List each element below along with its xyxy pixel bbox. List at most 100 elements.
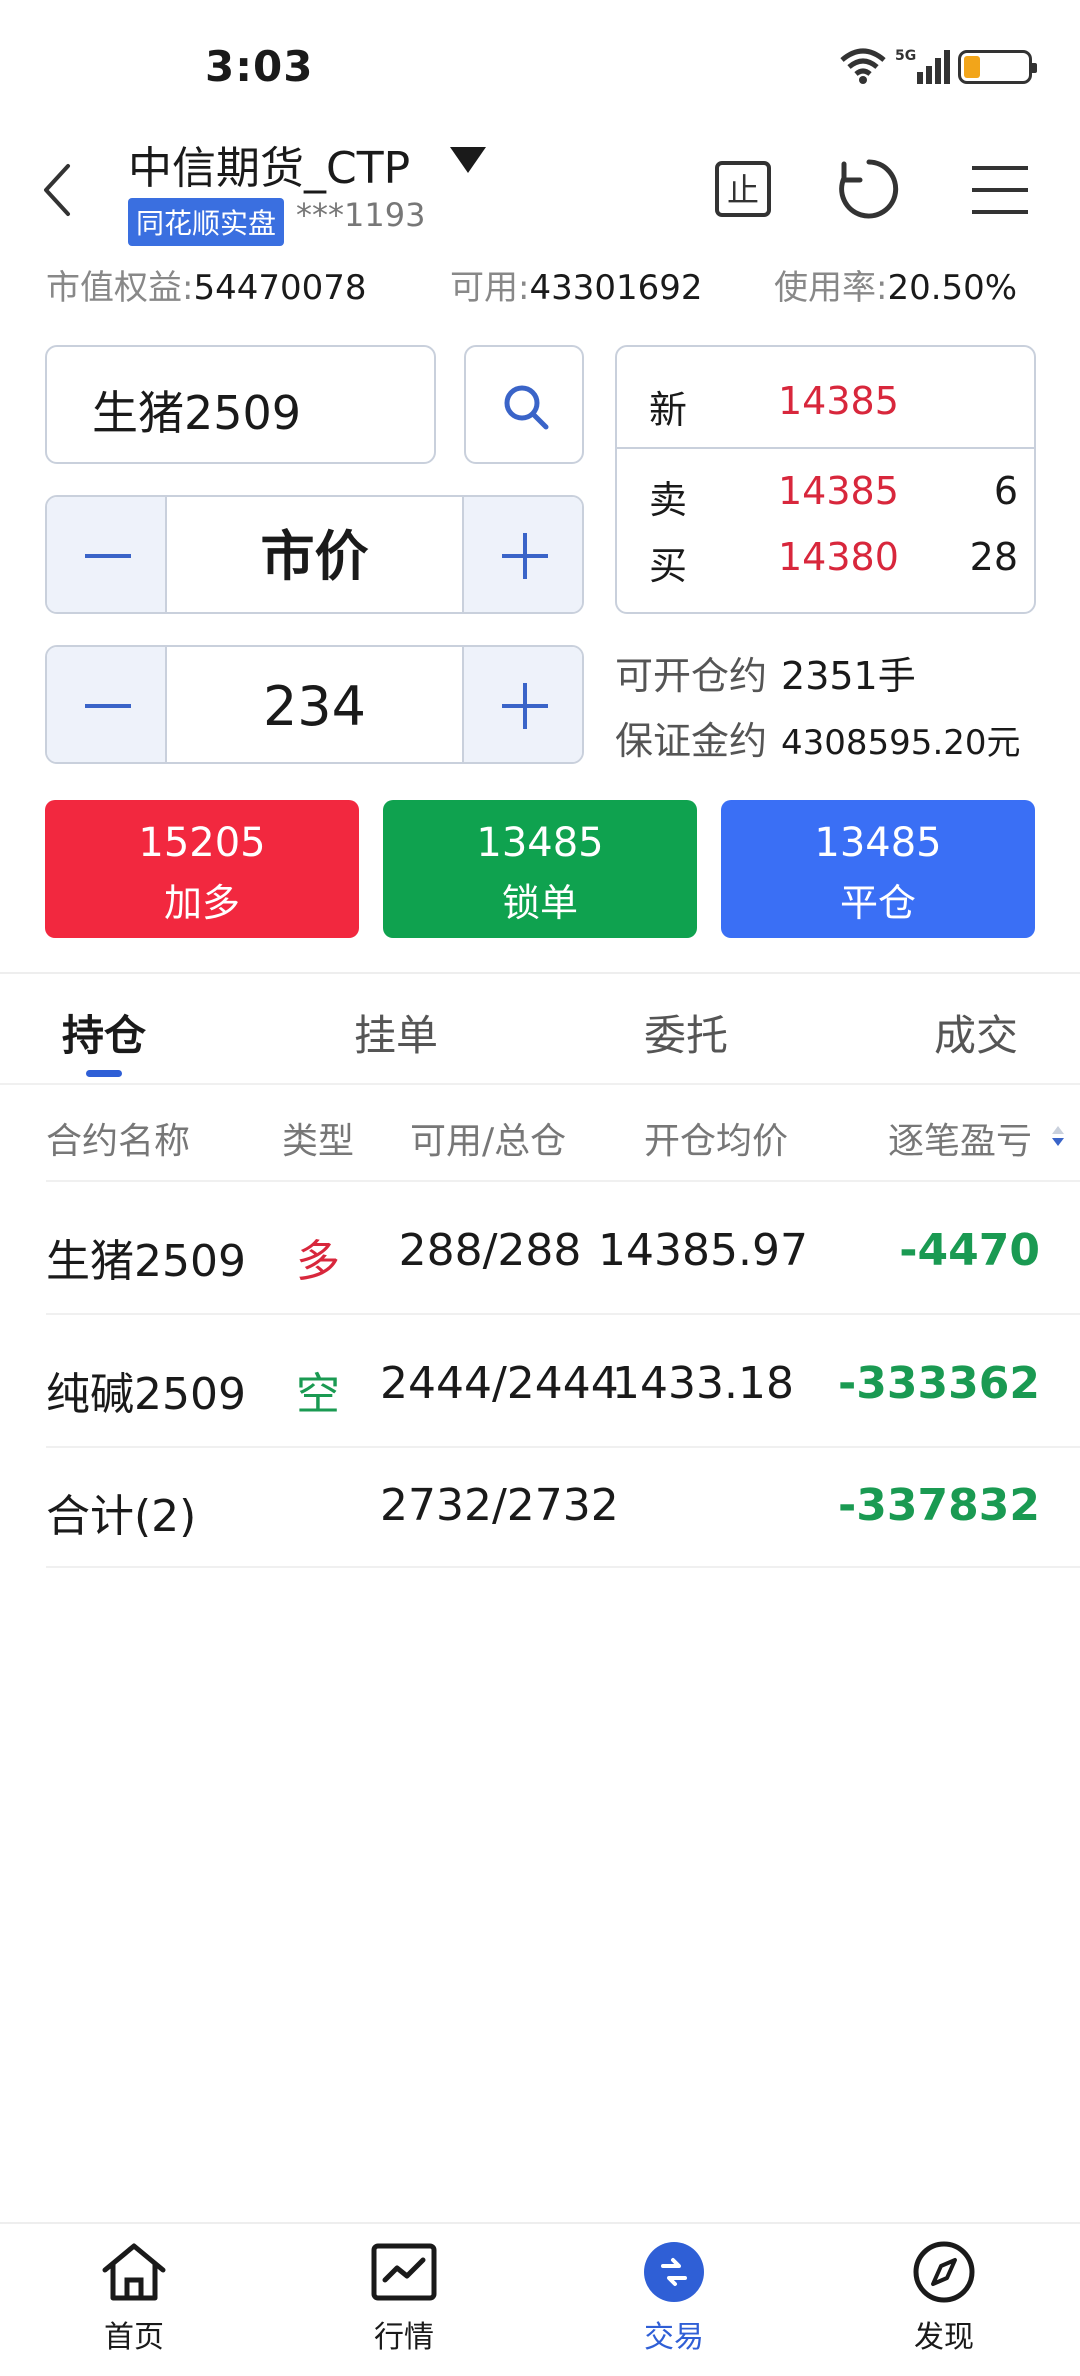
price-stepper: 市价 — [45, 495, 584, 614]
chart-icon — [371, 2243, 437, 2301]
nav-discover-label: 发现 — [914, 2320, 974, 2355]
contract-input[interactable]: 生猪2509 — [45, 345, 436, 464]
equity-value: 54470078 — [193, 268, 367, 308]
real-account-tag: 同花顺实盘 — [128, 198, 285, 246]
equity-label: 市值权益: — [46, 268, 194, 308]
price-minus-button[interactable] — [47, 497, 167, 612]
battery-icon — [958, 50, 1037, 84]
quote-sell-price: 14385 — [778, 469, 899, 513]
table-row[interactable]: 纯碱2509 空 2444/2444 1433.18 -333362 — [0, 1315, 1080, 1448]
quantity-plus-button[interactable] — [462, 647, 582, 762]
equity-summary: 市值权益:54470078 — [46, 260, 367, 309]
tab-trades[interactable]: 成交 — [934, 1002, 1018, 1063]
sort-icon[interactable] — [1050, 1124, 1066, 1148]
network-label: 5G — [895, 48, 916, 64]
back-icon[interactable] — [40, 162, 74, 218]
stop-order-icon[interactable]: 止 — [714, 160, 772, 218]
tab-divider — [0, 1083, 1080, 1085]
row-quantity: 2444/2444 — [380, 1358, 619, 1409]
quote-panel: 新 14385 卖 14385 6 买 14380 28 — [615, 345, 1036, 614]
tab-positions[interactable]: 持仓 — [62, 1002, 146, 1063]
lock-label: 锁单 — [501, 881, 578, 925]
quote-new-label: 新 — [649, 388, 688, 432]
add-long-price: 15205 — [138, 820, 266, 866]
available-summary: 可用:43301692 — [450, 260, 703, 309]
margin-value: 4308595.20元 — [781, 723, 1021, 763]
row-type: 空 — [296, 1369, 340, 1420]
compass-icon — [913, 2241, 975, 2303]
total-quantity: 2732/2732 — [380, 1480, 619, 1531]
nav-home-label: 首页 — [104, 2320, 164, 2355]
quote-buy-volume: 28 — [969, 535, 1018, 579]
available-value: 43301692 — [529, 268, 703, 308]
nav-divider — [0, 2222, 1080, 2224]
total-pnl: -337832 — [838, 1480, 1040, 1531]
quote-new-price: 14385 — [778, 379, 899, 423]
row-pnl: -333362 — [838, 1358, 1040, 1409]
header-avg-price: 开仓均价 — [644, 1121, 789, 1162]
signal-icon: 5G — [895, 48, 950, 84]
lock-button[interactable]: 13485 锁单 — [383, 800, 697, 938]
status-time: 3:03 — [205, 42, 314, 91]
row-contract: 生猪2509 — [46, 1236, 246, 1287]
quantity-minus-button[interactable] — [47, 647, 167, 762]
header-contract: 合约名称 — [46, 1121, 191, 1162]
menu-icon[interactable] — [970, 164, 1030, 216]
row-quantity: 288/288 — [398, 1225, 582, 1276]
header-type: 类型 — [282, 1121, 355, 1162]
table-row[interactable]: 生猪2509 多 288/288 14385.97 -4470 — [0, 1182, 1080, 1315]
search-button[interactable] — [464, 345, 584, 464]
available-label: 可用: — [450, 268, 530, 308]
header-available-total: 可用/总仓 — [410, 1121, 567, 1162]
header-pnl[interactable]: 逐笔盈亏 — [888, 1112, 1032, 1164]
row-pnl: -4470 — [899, 1225, 1040, 1276]
quantity-value[interactable]: 234 — [167, 647, 462, 762]
close-position-button[interactable]: 13485 平仓 — [721, 800, 1035, 938]
nav-discover[interactable]: 发现 — [854, 2240, 1034, 2356]
section-divider — [0, 972, 1080, 974]
row-contract: 纯碱2509 — [46, 1369, 246, 1420]
broker-name[interactable]: 中信期货_CTP — [128, 132, 410, 196]
trade-icon — [644, 2242, 704, 2302]
home-icon — [102, 2243, 166, 2301]
stop-order-label: 止 — [727, 171, 759, 209]
margin-info: 保证金约 4308595.20元 — [615, 710, 1021, 765]
nav-home[interactable]: 首页 — [44, 2240, 224, 2356]
row-avg-price: 14385.97 — [598, 1225, 808, 1276]
price-plus-button[interactable] — [462, 497, 582, 612]
nav-trade[interactable]: 交易 — [584, 2240, 764, 2356]
quantity-stepper: 234 — [45, 645, 584, 764]
search-icon — [504, 385, 549, 430]
quote-sell-label: 卖 — [649, 478, 688, 522]
nav-trade-label: 交易 — [644, 2320, 704, 2355]
refresh-icon[interactable] — [836, 156, 902, 222]
quote-buy-label: 买 — [649, 544, 688, 588]
usage-value: 20.50% — [887, 268, 1018, 308]
total-row: 合计(2) 2732/2732 -337832 — [0, 1448, 1080, 1568]
close-position-label: 平仓 — [839, 881, 916, 925]
row-type: 多 — [296, 1236, 340, 1287]
tab-pending-orders[interactable]: 挂单 — [354, 1002, 438, 1063]
add-long-button[interactable]: 15205 加多 — [45, 800, 359, 938]
total-label: 合计(2) — [46, 1491, 197, 1542]
margin-label: 保证金约 — [615, 719, 768, 763]
quote-buy-price: 14380 — [778, 535, 899, 579]
nav-market[interactable]: 行情 — [314, 2240, 494, 2356]
close-position-price: 13485 — [814, 820, 942, 866]
can-open-value: 2351手 — [781, 654, 916, 698]
lock-price: 13485 — [476, 820, 604, 866]
row-avg-price: 1433.18 — [612, 1358, 794, 1409]
add-long-label: 加多 — [163, 881, 240, 925]
price-value[interactable]: 市价 — [167, 497, 462, 612]
wifi-icon — [840, 48, 886, 84]
tab-orders[interactable]: 委托 — [644, 1002, 728, 1063]
can-open-info: 可开仓约 2351手 — [615, 645, 916, 700]
nav-market-label: 行情 — [374, 2320, 434, 2355]
usage-summary: 使用率:20.50% — [774, 260, 1017, 309]
quote-sell-volume: 6 — [993, 469, 1018, 513]
tab-indicator — [86, 1070, 122, 1077]
can-open-label: 可开仓约 — [615, 654, 768, 698]
account-number: ***1193 — [296, 196, 426, 234]
dropdown-icon[interactable] — [448, 145, 488, 175]
usage-label: 使用率: — [774, 268, 888, 308]
